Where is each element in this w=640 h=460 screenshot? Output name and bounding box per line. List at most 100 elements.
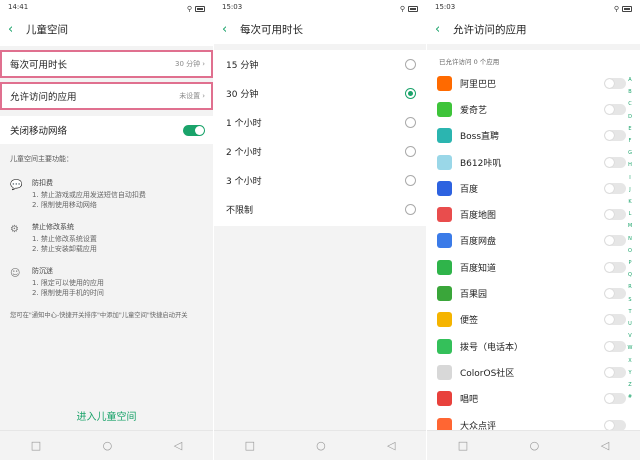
app-allow-toggle[interactable]	[604, 209, 626, 221]
app-row[interactable]: 便签	[427, 307, 640, 333]
alphabet-letter[interactable]: W	[628, 342, 633, 354]
app-allow-toggle[interactable]	[604, 156, 626, 168]
alphabet-letter[interactable]: #	[628, 391, 632, 403]
app-row[interactable]: Boss直聘	[427, 123, 640, 149]
alphabet-letter[interactable]: U	[628, 318, 632, 330]
mobile-network-toggle[interactable]	[183, 124, 205, 136]
app-row[interactable]: B612咔叽	[427, 149, 640, 175]
back-icon[interactable]: ◁	[387, 439, 395, 452]
app-allow-toggle[interactable]	[604, 261, 626, 273]
app-allow-toggle[interactable]	[604, 340, 626, 352]
option-label: 1 个小时	[226, 119, 262, 129]
app-allow-toggle[interactable]	[604, 182, 626, 194]
usage-time-value: 30 分钟	[175, 60, 201, 68]
app-allow-toggle[interactable]	[604, 314, 626, 326]
alphabet-letter[interactable]: X	[628, 355, 631, 367]
option-2-hours[interactable]: 2 个小时	[214, 137, 426, 166]
enter-children-space-button[interactable]: 进入儿童空间	[0, 400, 213, 430]
radio-button[interactable]	[405, 117, 416, 128]
allowed-apps-row[interactable]: 允许访问的应用 未设置 ›	[0, 82, 213, 110]
footnote: 您可在"通知中心-快捷开关排序"中添加"儿童空间"快捷启动开关	[10, 312, 188, 319]
app-row[interactable]: 百度地图	[427, 201, 640, 227]
chat-icon: 💬	[10, 180, 23, 191]
alphabet-letter[interactable]: V	[628, 330, 631, 342]
recent-apps-icon[interactable]: □	[245, 439, 255, 452]
back-icon[interactable]: ◁	[601, 439, 609, 452]
alphabet-letter[interactable]: D	[628, 111, 632, 123]
alphabet-letter[interactable]: N	[628, 233, 632, 245]
app-row[interactable]: 爱奇艺	[427, 96, 640, 122]
alphabet-letter[interactable]: T	[628, 306, 631, 318]
option-1-hour[interactable]: 1 个小时	[214, 108, 426, 137]
alphabet-letter[interactable]: G	[628, 147, 632, 159]
alphabet-letter[interactable]: E	[628, 123, 631, 135]
home-icon[interactable]: ○	[103, 439, 113, 452]
feature-line: 1. 禁止游戏或应用发送短信自动扣费	[32, 191, 146, 199]
alphabet-letter[interactable]: K	[628, 196, 631, 208]
app-allow-toggle[interactable]	[604, 103, 626, 115]
alphabet-letter[interactable]: Z	[628, 379, 631, 391]
alphabet-letter[interactable]: O	[628, 245, 632, 257]
radio-button-selected[interactable]	[405, 88, 416, 99]
back-arrow-icon[interactable]: ‹	[435, 22, 453, 37]
back-arrow-icon[interactable]: ‹	[222, 22, 240, 37]
recent-apps-icon[interactable]: □	[458, 439, 468, 452]
alphabet-letter[interactable]: I	[629, 172, 630, 184]
app-row[interactable]: 百度知道	[427, 254, 640, 280]
phone-icon	[437, 338, 452, 354]
alphabet-letter[interactable]: Q	[628, 269, 632, 281]
alphabet-letter[interactable]: R	[628, 281, 631, 293]
app-allow-toggle[interactable]	[604, 130, 626, 142]
app-row[interactable]: 拨号（电话本）	[427, 333, 640, 359]
alphabet-letter[interactable]: A	[628, 74, 631, 86]
option-30-min[interactable]: 30 分钟	[214, 79, 426, 108]
app-row[interactable]: 百度	[427, 175, 640, 201]
alphabet-letter[interactable]: Y	[628, 367, 631, 379]
settings-body: 每次可用时长 30 分钟 › 允许访问的应用 未设置 › 关闭移动网络 儿童空间主要…	[0, 46, 213, 430]
alphabet-letter[interactable]: H	[628, 159, 632, 171]
option-3-hours[interactable]: 3 个小时	[214, 166, 426, 195]
home-icon[interactable]: ○	[316, 439, 326, 452]
app-allow-toggle[interactable]	[604, 77, 626, 89]
alphabet-letter[interactable]: L	[629, 208, 632, 220]
alphabet-letter[interactable]: S	[628, 294, 631, 306]
app-allow-toggle[interactable]	[604, 419, 626, 431]
alphabet-index[interactable]: A B C D E F G H I J K L M N O P Q R S T U V W X Y Z #	[626, 74, 634, 403]
back-arrow-icon[interactable]: ‹	[8, 22, 26, 37]
feature-name: 禁止修改系统	[32, 223, 74, 231]
alphabet-letter[interactable]: J	[629, 184, 630, 196]
alphabet-letter[interactable]: P	[628, 257, 631, 269]
option-label: 2 个小时	[226, 148, 262, 158]
alphabet-letter[interactable]: C	[628, 98, 632, 110]
app-allow-toggle[interactable]	[604, 393, 626, 405]
app-name: 唱吧	[460, 395, 479, 406]
usage-time-row[interactable]: 每次可用时长 30 分钟 ›	[0, 50, 213, 78]
alphabet-letter[interactable]: M	[628, 220, 632, 232]
notes-icon	[437, 312, 452, 328]
radio-button[interactable]	[405, 59, 416, 70]
app-allow-toggle[interactable]	[604, 366, 626, 378]
app-row[interactable]: 唱吧	[427, 386, 640, 412]
nav-bar: □ ○ ◁	[0, 430, 213, 460]
feature-line: 2. 限制使用移动网络	[32, 201, 97, 209]
option-15-min[interactable]: 15 分钟	[214, 50, 426, 79]
mobile-network-row: 关闭移动网络	[0, 116, 213, 144]
recent-apps-icon[interactable]: □	[31, 439, 41, 452]
signal-icon: ⚲	[399, 4, 405, 13]
baidu-zhidao-icon	[437, 259, 452, 275]
app-row[interactable]: 阿里巴巴	[427, 70, 640, 96]
alphabet-letter[interactable]: B	[628, 86, 631, 98]
home-icon[interactable]: ○	[530, 439, 540, 452]
coloros-icon	[437, 364, 452, 380]
app-row[interactable]: 百度网盘	[427, 228, 640, 254]
app-allow-toggle[interactable]	[604, 235, 626, 247]
app-allow-toggle[interactable]	[604, 288, 626, 300]
back-icon[interactable]: ◁	[174, 439, 182, 452]
alphabet-letter[interactable]: F	[629, 135, 632, 147]
option-unlimited[interactable]: 不限制	[214, 195, 426, 224]
radio-button[interactable]	[405, 146, 416, 157]
radio-button[interactable]	[405, 204, 416, 215]
app-row[interactable]: 百果园	[427, 280, 640, 306]
app-row[interactable]: ColorOS社区	[427, 359, 640, 385]
radio-button[interactable]	[405, 175, 416, 186]
